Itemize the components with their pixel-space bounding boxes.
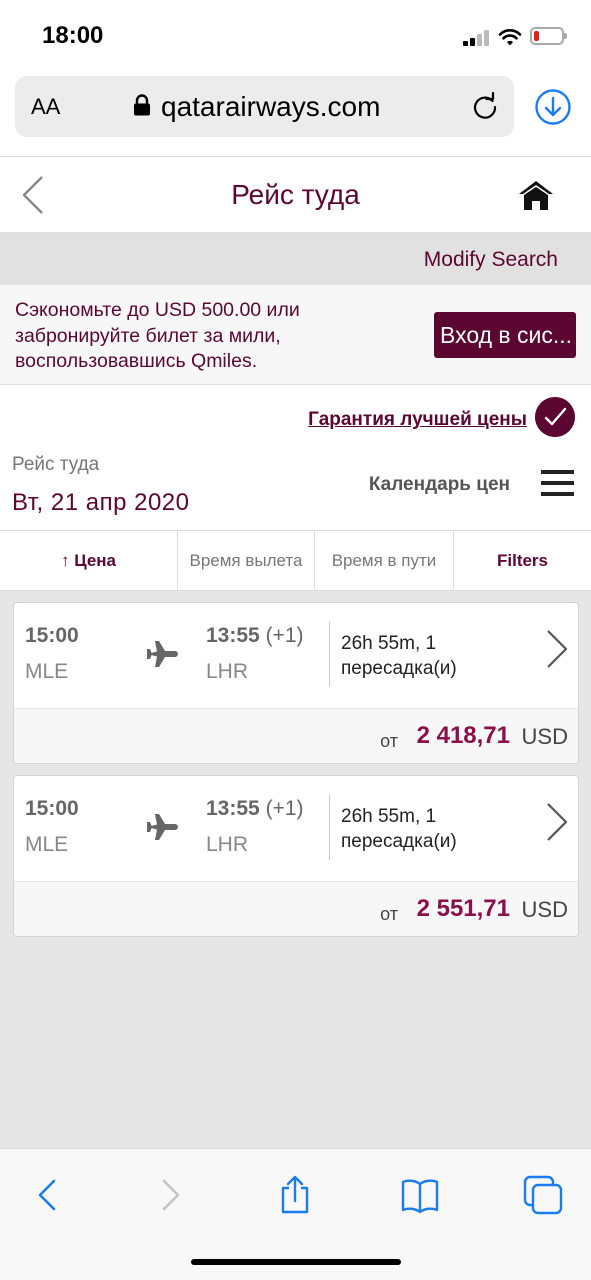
- plane-icon: [147, 641, 178, 667]
- arrival-day-offset: (+1): [265, 624, 304, 647]
- sort-bar: ↑ Цена Время вылета Время в пути Filters: [0, 530, 591, 591]
- checkmark-icon: [535, 397, 575, 437]
- status-bar: 18:00: [0, 0, 591, 70]
- divider: [329, 621, 330, 687]
- signal-icon: [463, 30, 491, 46]
- departure-time: 15:00: [25, 624, 79, 647]
- outbound-label: Рейс туда: [12, 454, 100, 475]
- price-currency: USD: [521, 897, 568, 922]
- price-from-label: от: [380, 904, 398, 924]
- safari-back-icon[interactable]: [28, 1175, 68, 1215]
- status-time: 18:00: [42, 22, 104, 49]
- price-amount: 2 551,71: [416, 895, 510, 922]
- hamburger-menu-icon[interactable]: [541, 470, 574, 496]
- lock-icon: [134, 94, 150, 116]
- address-bar[interactable]: AA qatarairways.com: [15, 76, 514, 137]
- sort-departure-tab[interactable]: Время вылета: [178, 531, 315, 590]
- price-currency: USD: [521, 724, 568, 749]
- arrival-code: LHR: [206, 660, 249, 683]
- modify-search-link[interactable]: Modify Search: [424, 248, 558, 272]
- chevron-right-icon[interactable]: [544, 802, 570, 842]
- plane-icon: [147, 814, 178, 840]
- download-icon[interactable]: [534, 88, 572, 126]
- best-price-link[interactable]: Гарантия лучшей цены: [308, 409, 527, 431]
- modify-search-bar: Modify Search: [0, 233, 591, 285]
- arrival-time-group: 13:55 (+1): [206, 624, 304, 648]
- filters-tab[interactable]: Filters: [454, 531, 591, 590]
- chevron-right-icon[interactable]: [544, 629, 570, 669]
- price-bar: от 2 418,71 USD: [14, 708, 578, 763]
- price-amount: 2 418,71: [416, 722, 510, 749]
- divider: [329, 794, 330, 860]
- flight-card[interactable]: 15:00 MLE 13:55 (+1) LHR 26h 55m, 1 пере…: [13, 602, 579, 764]
- flight-card[interactable]: 15:00 MLE 13:55 (+1) LHR 26h 55m, 1 пере…: [13, 775, 579, 937]
- url-text: qatarairways.com: [161, 91, 381, 122]
- best-price-guarantee: Гарантия лучшей цены: [0, 386, 591, 446]
- outbound-date: Вт, 21 апр 2020: [12, 489, 190, 516]
- tabs-icon[interactable]: [523, 1175, 563, 1215]
- duration-text: 26h 55m, 1 пересадка(и): [341, 806, 457, 852]
- qmiles-promo: Сэкономьте до USD 500.00 или забронируйт…: [0, 285, 591, 385]
- price-from-label: от: [380, 731, 398, 751]
- departure-code: MLE: [25, 833, 69, 856]
- bookmarks-icon[interactable]: [400, 1175, 440, 1215]
- home-indicator: [191, 1259, 401, 1265]
- reader-settings-button[interactable]: AA: [31, 94, 60, 120]
- price-calendar-link[interactable]: Календарь цен: [369, 474, 510, 496]
- sort-price-tab[interactable]: ↑ Цена: [0, 531, 178, 590]
- price-bar: от 2 551,71 USD: [14, 881, 578, 936]
- reload-icon[interactable]: [471, 92, 499, 120]
- sort-duration-tab[interactable]: Время в пути: [315, 531, 454, 590]
- arrival-time: 13:55: [206, 624, 260, 647]
- duration-text: 26h 55m, 1 пересадка(и): [341, 633, 457, 679]
- promo-text: Сэкономьте до USD 500.00 или забронируйт…: [15, 299, 300, 372]
- departure-code: MLE: [25, 660, 69, 683]
- page-title: Рейс туда: [231, 179, 360, 210]
- arrival-time-group: 13:55 (+1): [206, 797, 304, 821]
- arrival-code: LHR: [206, 833, 249, 856]
- arrival-day-offset: (+1): [265, 797, 304, 820]
- battery-icon: [530, 27, 567, 45]
- share-icon[interactable]: [275, 1175, 315, 1215]
- wifi-icon: [498, 29, 522, 46]
- safari-forward-icon: [162, 1179, 180, 1211]
- home-icon[interactable]: [518, 179, 554, 211]
- date-block: Рейс туда Вт, 21 апр 2020 Календарь цен: [0, 446, 591, 530]
- results-list: 15:00 MLE 13:55 (+1) LHR 26h 55m, 1 пере…: [0, 591, 591, 1148]
- login-button[interactable]: Вход в сис...: [434, 312, 576, 358]
- departure-time: 15:00: [25, 797, 79, 820]
- page-header: Рейс туда: [0, 156, 591, 233]
- arrival-time: 13:55: [206, 797, 260, 820]
